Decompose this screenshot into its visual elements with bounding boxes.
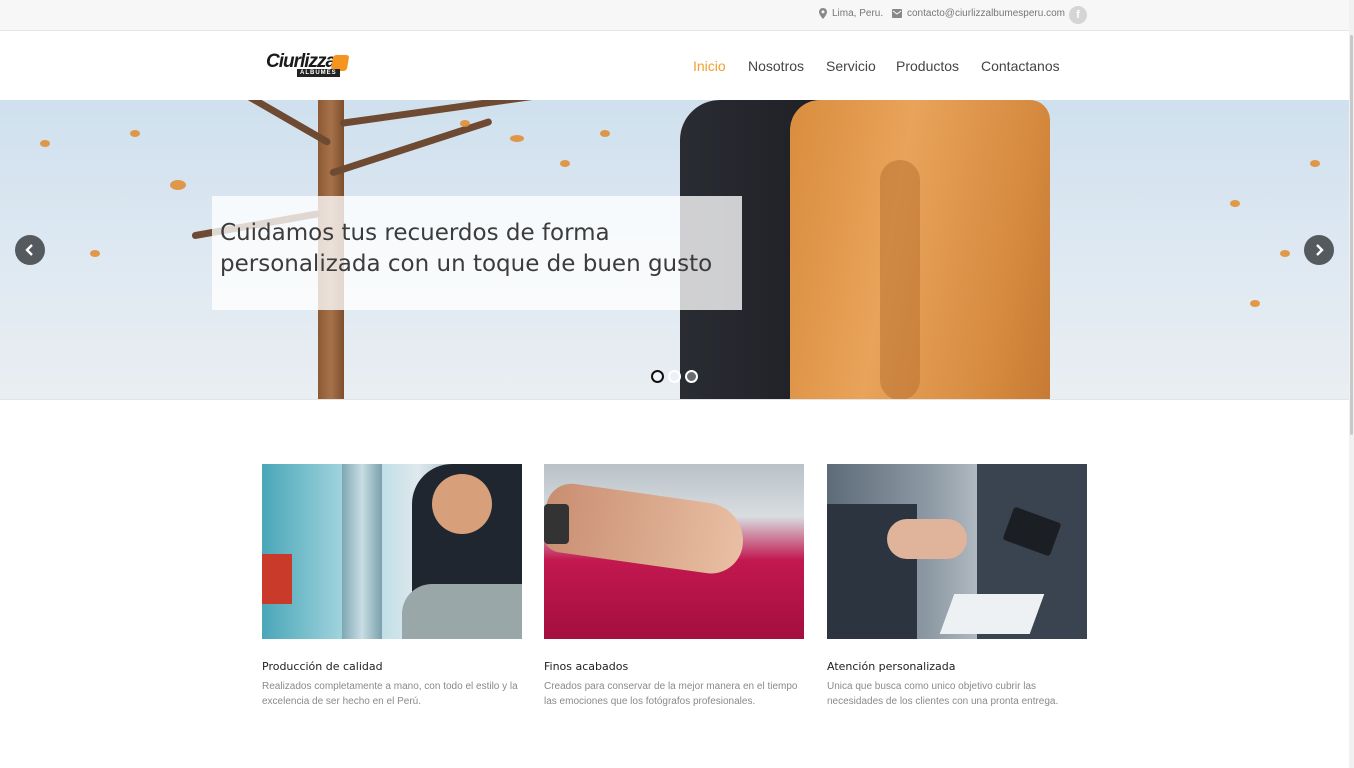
hand: [544, 480, 748, 578]
scrollbar-thumb[interactable]: [1350, 35, 1353, 435]
hero-caption: Cuidamos tus recuerdos de forma personal…: [220, 218, 740, 280]
email-link[interactable]: contacto@ciurlizzalbumesperu.com: [907, 8, 1065, 19]
leaf: [460, 120, 470, 127]
location-text: Lima, Peru.: [832, 8, 884, 19]
red-machine-part: [262, 554, 292, 604]
tree-branch: [339, 100, 559, 127]
feature-card: Producción de calidad Realizados complet…: [262, 464, 522, 707]
wristband: [544, 504, 569, 544]
envelope-icon: [892, 9, 902, 18]
leaf: [130, 130, 140, 137]
hero-coat-fold: [880, 160, 920, 399]
next-slide-button[interactable]: [1304, 235, 1334, 265]
logo[interactable]: Ciurlizza ALBUMES: [266, 51, 352, 81]
facebook-icon[interactable]: f: [1069, 6, 1087, 24]
leaf: [560, 160, 570, 167]
email-info[interactable]: contacto@ciurlizzalbumesperu.com: [892, 8, 1065, 19]
feature-image-production: [262, 464, 522, 639]
feature-text: Realizados completamente a mano, con tod…: [262, 681, 518, 707]
feature-image-finishes: [544, 464, 804, 639]
nav-contactanos[interactable]: Contactanos: [981, 58, 1060, 74]
logo-subtitle: ALBUMES: [297, 69, 340, 77]
leaf: [170, 180, 186, 190]
nav-inicio[interactable]: Inicio: [693, 58, 726, 74]
feature-text: Creados para conservar de la mejor maner…: [544, 681, 798, 707]
slide-dot-1[interactable]: [651, 370, 664, 383]
nav-productos[interactable]: Productos: [896, 58, 959, 74]
leaf: [90, 250, 100, 257]
location-info: Lima, Peru.: [819, 8, 883, 19]
machine-blade: [342, 464, 382, 639]
hero-caption-line1: Cuidamos tus recuerdos de forma: [220, 220, 610, 246]
feature-card: Atención personalizada Unica que busca c…: [827, 464, 1087, 707]
tree-branch: [207, 100, 332, 147]
nav-servicio[interactable]: Servicio: [826, 58, 876, 74]
feature-title: Producción de calidad: [262, 660, 383, 673]
leaf: [600, 130, 610, 137]
feature-title: Finos acabados: [544, 660, 629, 673]
prev-slide-button[interactable]: [15, 235, 45, 265]
leaf: [1230, 200, 1240, 207]
feature-card: Finos acabados Creados para conservar de…: [544, 464, 804, 707]
leaf: [1250, 300, 1260, 307]
document: [939, 594, 1045, 634]
tree-branch: [328, 117, 493, 177]
hero-figure-coat: [790, 100, 1050, 399]
feature-text: Unica que busca como unico objetivo cubr…: [827, 681, 1059, 707]
slide-dot-3[interactable]: [685, 370, 698, 383]
leaf: [510, 135, 524, 142]
hero-slider: Cuidamos tus recuerdos de forma personal…: [0, 100, 1349, 400]
nav-nosotros[interactable]: Nosotros: [748, 58, 804, 74]
feature-image-service: [827, 464, 1087, 639]
site-header: Ciurlizza ALBUMES Inicio Nosotros Servic…: [0, 31, 1354, 100]
leaf: [40, 140, 50, 147]
top-bar: Lima, Peru. contacto@ciurlizzalbumesperu…: [0, 0, 1354, 31]
handshake: [887, 519, 967, 559]
map-pin-icon: [819, 8, 827, 19]
leaf: [1280, 250, 1290, 257]
chevron-left-icon: [25, 244, 33, 256]
chevron-right-icon: [1316, 244, 1324, 256]
feature-title: Atención personalizada: [827, 660, 956, 673]
slide-dot-2[interactable]: [668, 370, 681, 383]
leaf: [1310, 160, 1320, 167]
hero-caption-line2: personalizada con un toque de buen gusto: [220, 251, 713, 277]
glove: [402, 584, 522, 639]
worker-face: [432, 474, 492, 534]
